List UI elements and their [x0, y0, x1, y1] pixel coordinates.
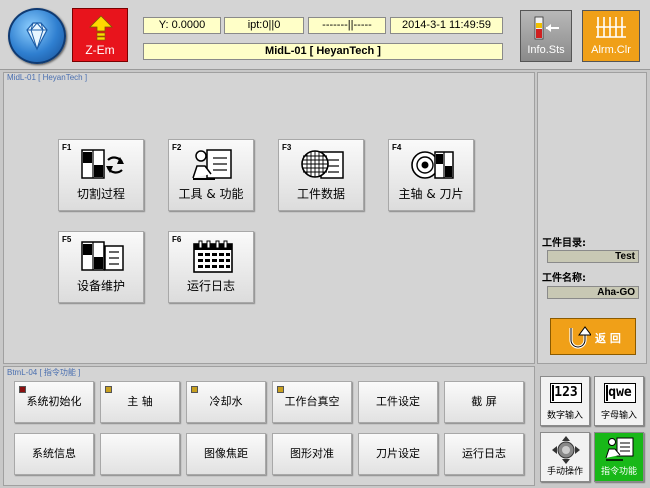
- info-status-button[interactable]: Info.Sts: [520, 10, 572, 62]
- screen-title: MidL-01 [ HeyanTech ]: [143, 43, 503, 60]
- wafer-data-icon: [301, 150, 344, 179]
- command-function-button[interactable]: 指令功能: [594, 432, 644, 482]
- function-key-label: F6: [172, 235, 182, 244]
- status-indicator: [105, 386, 112, 393]
- run-log-label: 运行日志: [186, 279, 235, 293]
- alpha-input-label: 字母输入: [600, 411, 637, 421]
- bottom-command-panel: BtmL-04 [ 指令功能 ] 系统初始化 主 轴 冷却水 工作台真空 工件设…: [3, 366, 535, 486]
- status-indicator: [19, 386, 26, 393]
- tools-functions-button[interactable]: F2 工具 & 功能: [168, 139, 254, 211]
- function-key-label: F1: [62, 143, 72, 152]
- alarm-clear-label: Alrm.Clr: [591, 44, 631, 56]
- pattern-align-button[interactable]: 图形对准: [272, 433, 352, 475]
- info-status-label: Info.Sts: [527, 44, 565, 56]
- pattern-align-label: 图形对准: [290, 447, 334, 460]
- back-label: 返 回: [595, 332, 621, 345]
- run-log-bottom-button[interactable]: 运行日志: [444, 433, 524, 475]
- spindle-blade-label: 主轴 & 刀片: [398, 187, 464, 201]
- manual-operation-button[interactable]: 手动操作: [540, 432, 590, 482]
- function-key-label: F2: [172, 143, 182, 152]
- tools-functions-label: 工具 & 功能: [178, 187, 244, 201]
- diamond-logo-icon: [8, 8, 66, 64]
- maintenance-icon: [81, 241, 124, 271]
- blank-button[interactable]: [100, 433, 180, 475]
- command-function-label: 指令功能: [600, 467, 637, 477]
- back-button[interactable]: 返 回: [550, 318, 636, 355]
- manual-operation-label: 手动操作: [546, 467, 583, 477]
- work-directory-value: Test: [547, 250, 639, 263]
- function-key-label: F5: [62, 235, 72, 244]
- z-emergency-button[interactable]: Z-Em: [72, 8, 128, 62]
- blade-setting-button[interactable]: 刀片设定: [358, 433, 438, 475]
- spindle-button[interactable]: 主 轴: [100, 381, 180, 423]
- work-name-value: Aha-GO: [547, 286, 639, 299]
- alarm-clear-button[interactable]: Alrm.Clr: [582, 10, 640, 62]
- cut-process-label: 切割过程: [76, 187, 125, 201]
- screenshot-label: 截 屏: [471, 395, 497, 408]
- top-bar: Z-Em Y: 0.0000 ipt:0||0 -------||----- 2…: [0, 0, 650, 70]
- image-focus-button[interactable]: 图像焦距: [186, 433, 266, 475]
- spindle-blade-button[interactable]: F4 主轴 & 刀片: [388, 139, 474, 211]
- main-panel-label: MidL-01 [ HeyanTech ]: [7, 73, 88, 82]
- ipt-readout: ipt:0||0: [224, 17, 304, 34]
- alpha-input-button[interactable]: qwe 字母输入: [594, 376, 644, 426]
- system-init-label: 系统初始化: [26, 395, 82, 408]
- z-emergency-label: Z-Em: [85, 43, 115, 57]
- tools-icon: [192, 149, 232, 180]
- operator-icon: [605, 437, 634, 461]
- run-log-button[interactable]: F6 运行日志: [168, 231, 254, 303]
- spindle-blade-icon: [411, 151, 454, 179]
- wafer-data-button[interactable]: F3 工件数据: [278, 139, 364, 211]
- status-indicator: [277, 386, 284, 393]
- u-turn-back-icon: [569, 326, 591, 349]
- cut-process-icon: [81, 149, 124, 179]
- line-status-readout: -------||-----: [308, 17, 386, 34]
- numeric-input-button[interactable]: 123 数字输入: [540, 376, 590, 426]
- system-info-button[interactable]: 系统信息: [14, 433, 94, 475]
- system-init-button[interactable]: 系统初始化: [14, 381, 94, 423]
- work-name-label: 工件名称:: [542, 273, 586, 284]
- alpha-keyboard-icon: qwe: [604, 383, 636, 403]
- right-panel: 工件目录: Test 工件名称: Aha-GO 返 回: [537, 72, 647, 364]
- numeric-keyboard-icon: 123: [550, 383, 582, 403]
- coolant-label: 冷却水: [209, 395, 243, 408]
- function-key-label: F4: [392, 143, 402, 152]
- y-position-readout: Y: 0.0000: [143, 17, 221, 34]
- direction-pad-icon: [552, 436, 580, 464]
- spindle-label: 主 轴: [127, 395, 153, 408]
- numeric-input-label: 数字输入: [546, 411, 583, 421]
- cut-process-button[interactable]: F1 切割过程: [58, 139, 144, 211]
- work-setting-button[interactable]: 工件设定: [358, 381, 438, 423]
- work-setting-label: 工件设定: [376, 395, 420, 408]
- work-directory-label: 工件目录:: [542, 238, 586, 249]
- maintenance-button[interactable]: F5 设备维护: [58, 231, 144, 303]
- run-log-bottom-label: 运行日志: [462, 447, 506, 460]
- datetime-readout: 2014-3-1 11:49:59: [390, 17, 503, 34]
- calendar-log-icon: [193, 240, 233, 273]
- arrow-up-icon: [89, 15, 113, 41]
- info-status-icon: [534, 16, 559, 40]
- system-info-label: 系统信息: [32, 447, 76, 460]
- table-vacuum-label: 工作台真空: [284, 395, 340, 408]
- main-panel: MidL-01 [ HeyanTech ] F1 切割过程 F2 工具 & 功能: [3, 72, 535, 364]
- coolant-button[interactable]: 冷却水: [186, 381, 266, 423]
- maintenance-label: 设备维护: [76, 279, 125, 293]
- bottom-panel-label: BtmL-04 [ 指令功能 ]: [7, 368, 81, 377]
- wafer-data-label: 工件数据: [296, 187, 345, 201]
- status-indicator: [191, 386, 198, 393]
- function-key-label: F3: [282, 143, 292, 152]
- screenshot-button[interactable]: 截 屏: [444, 381, 524, 423]
- alarm-clear-icon: [596, 17, 626, 38]
- blade-setting-label: 刀片设定: [376, 447, 420, 460]
- table-vacuum-button[interactable]: 工作台真空: [272, 381, 352, 423]
- image-focus-label: 图像焦距: [204, 447, 248, 460]
